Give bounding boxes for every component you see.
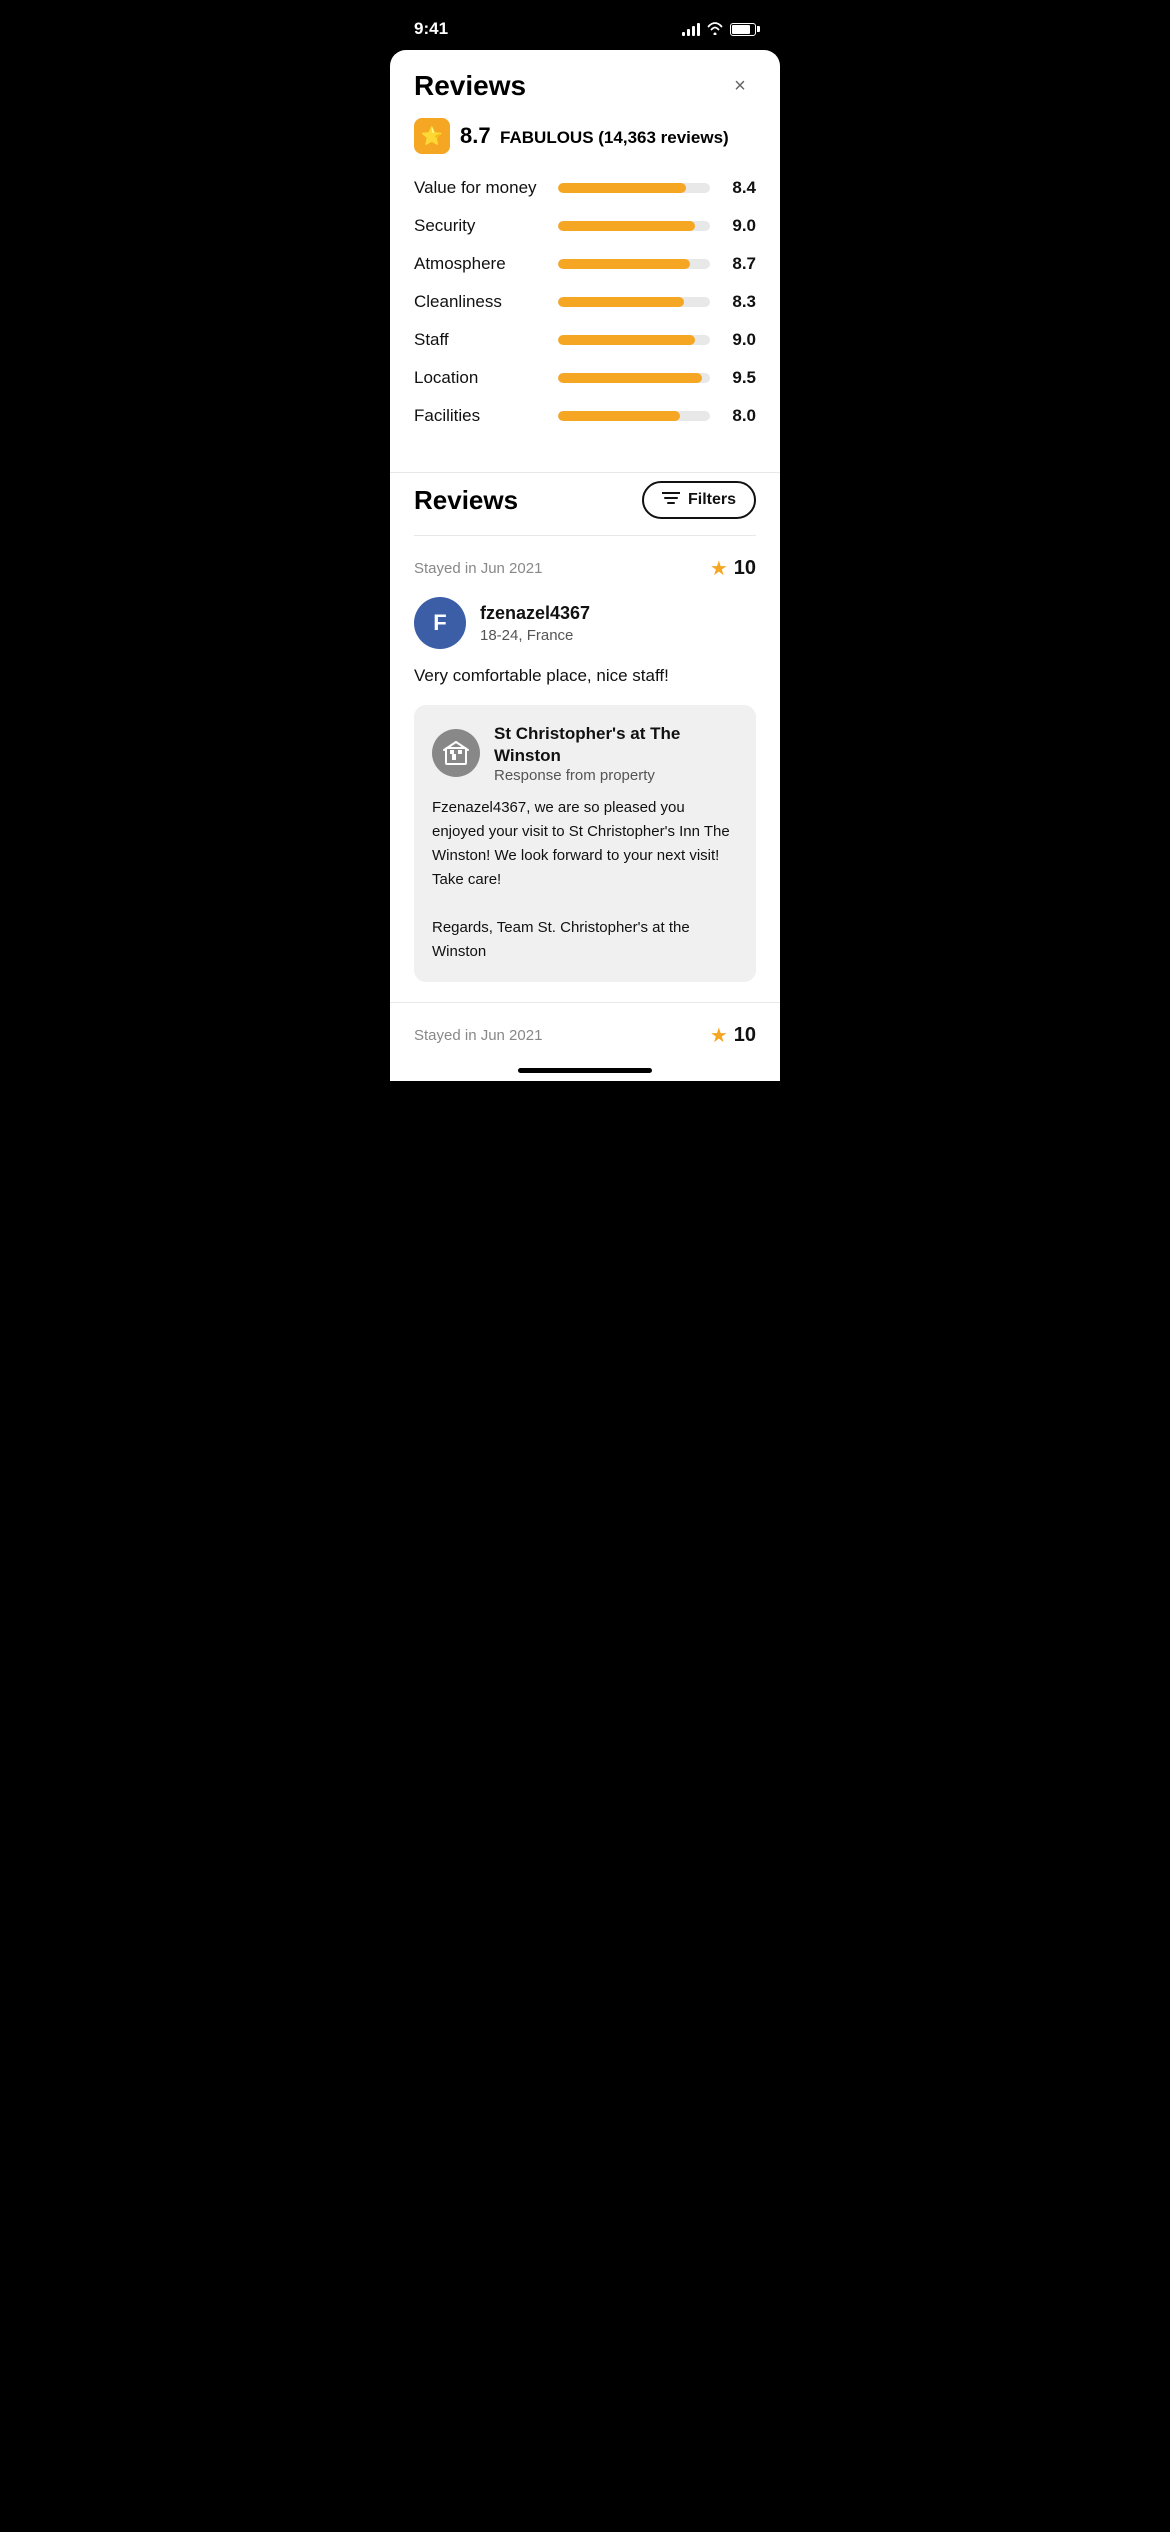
ratings-section: Value for money 8.4 Security 9.0 Atmosph…	[390, 170, 780, 468]
review-card: Stayed in Jun 2021 ★ 10 F fzenazel4367 1…	[390, 536, 780, 1002]
overall-rating-text: 8.7 FABULOUS (14,363 reviews)	[460, 123, 729, 149]
reviewer-location: 18-24, France	[480, 627, 590, 644]
reviewer-name: fzenazel4367	[480, 603, 590, 624]
filter-icon	[662, 491, 680, 509]
response-from-label: Response from property	[494, 767, 738, 784]
response-header: St Christopher's at The Winston Response…	[432, 723, 738, 784]
reviewer-info: F fzenazel4367 18-24, France	[414, 597, 756, 649]
rating-bar-container	[558, 335, 710, 345]
rating-row-cleanliness: Cleanliness 8.3	[414, 292, 756, 312]
rating-label: Staff	[414, 330, 544, 350]
rating-row-security: Security 9.0	[414, 216, 756, 236]
rating-label: Facilities	[414, 406, 544, 426]
overall-label: FABULOUS (14,363 reviews)	[500, 128, 729, 147]
rating-bar-fill	[558, 221, 695, 231]
reviewer-avatar: F	[414, 597, 466, 649]
reviewer-details: fzenazel4367 18-24, France	[480, 603, 590, 644]
rating-value: 8.7	[724, 254, 756, 274]
overall-score: 8.7	[460, 123, 491, 148]
rating-value: 9.0	[724, 216, 756, 236]
close-button[interactable]: ×	[724, 70, 756, 102]
filters-button[interactable]: Filters	[642, 481, 756, 519]
rating-bar-container	[558, 221, 710, 231]
review-date: Stayed in Jun 2021	[414, 560, 542, 577]
bottom-preview-row: Stayed in Jun 2021 ★ 10	[390, 1002, 780, 1056]
review-score: ★ 10	[710, 556, 756, 581]
status-icons	[682, 21, 756, 38]
review-star-icon: ★	[710, 556, 728, 581]
rating-value: 8.0	[724, 406, 756, 426]
rating-label: Security	[414, 216, 544, 236]
rating-label: Atmosphere	[414, 254, 544, 274]
rating-label: Cleanliness	[414, 292, 544, 312]
rating-value: 9.0	[724, 330, 756, 350]
status-time: 9:41	[414, 19, 448, 39]
rating-row-atmosphere: Atmosphere 8.7	[414, 254, 756, 274]
modal-title: Reviews	[414, 70, 526, 102]
response-text: Fzenazel4367, we are so pleased you enjo…	[432, 796, 738, 964]
reviews-modal: Reviews × ⭐ 8.7 FABULOUS (14,363 reviews…	[390, 50, 780, 1081]
modal-header: Reviews ×	[390, 50, 780, 118]
overall-rating-row: ⭐ 8.7 FABULOUS (14,363 reviews)	[390, 118, 780, 170]
home-indicator	[518, 1068, 652, 1073]
filters-button-label: Filters	[688, 491, 736, 509]
rating-bar-container	[558, 297, 710, 307]
bottom-star-icon: ★	[710, 1023, 728, 1048]
review-score-value: 10	[734, 557, 756, 580]
rating-bar-fill	[558, 297, 684, 307]
review-text: Very comfortable place, nice staff!	[414, 663, 756, 689]
rating-row-value-for-money: Value for money 8.4	[414, 178, 756, 198]
bottom-preview-date: Stayed in Jun 2021	[414, 1027, 542, 1044]
rating-bar-fill	[558, 335, 695, 345]
wifi-icon	[706, 21, 724, 38]
rating-bar-container	[558, 411, 710, 421]
rating-bar-container	[558, 259, 710, 269]
rating-label: Location	[414, 368, 544, 388]
rating-label: Value for money	[414, 178, 544, 198]
rating-bar-container	[558, 373, 710, 383]
property-name: St Christopher's at The Winston	[494, 723, 738, 767]
rating-bar-fill	[558, 259, 690, 269]
rating-value: 8.3	[724, 292, 756, 312]
rating-row-staff: Staff 9.0	[414, 330, 756, 350]
status-bar: 9:41	[390, 0, 780, 50]
rating-value: 8.4	[724, 178, 756, 198]
rating-bar-container	[558, 183, 710, 193]
rating-bar-fill	[558, 183, 686, 193]
rating-bar-fill	[558, 373, 702, 383]
bottom-preview-score: ★ 10	[710, 1023, 756, 1048]
reviews-section-header: Reviews Filters	[390, 472, 780, 535]
bottom-score-value: 10	[734, 1024, 756, 1047]
property-avatar	[432, 729, 480, 777]
rating-bar-fill	[558, 411, 680, 421]
overall-star-badge: ⭐	[414, 118, 450, 154]
rating-row-facilities: Facilities 8.0	[414, 406, 756, 426]
reviews-section-title: Reviews	[414, 485, 518, 516]
rating-row-location: Location 9.5	[414, 368, 756, 388]
response-card: St Christopher's at The Winston Response…	[414, 705, 756, 982]
signal-icon	[682, 22, 700, 36]
review-meta: Stayed in Jun 2021 ★ 10	[414, 556, 756, 581]
battery-icon	[730, 23, 756, 36]
rating-value: 9.5	[724, 368, 756, 388]
property-info: St Christopher's at The Winston Response…	[494, 723, 738, 784]
